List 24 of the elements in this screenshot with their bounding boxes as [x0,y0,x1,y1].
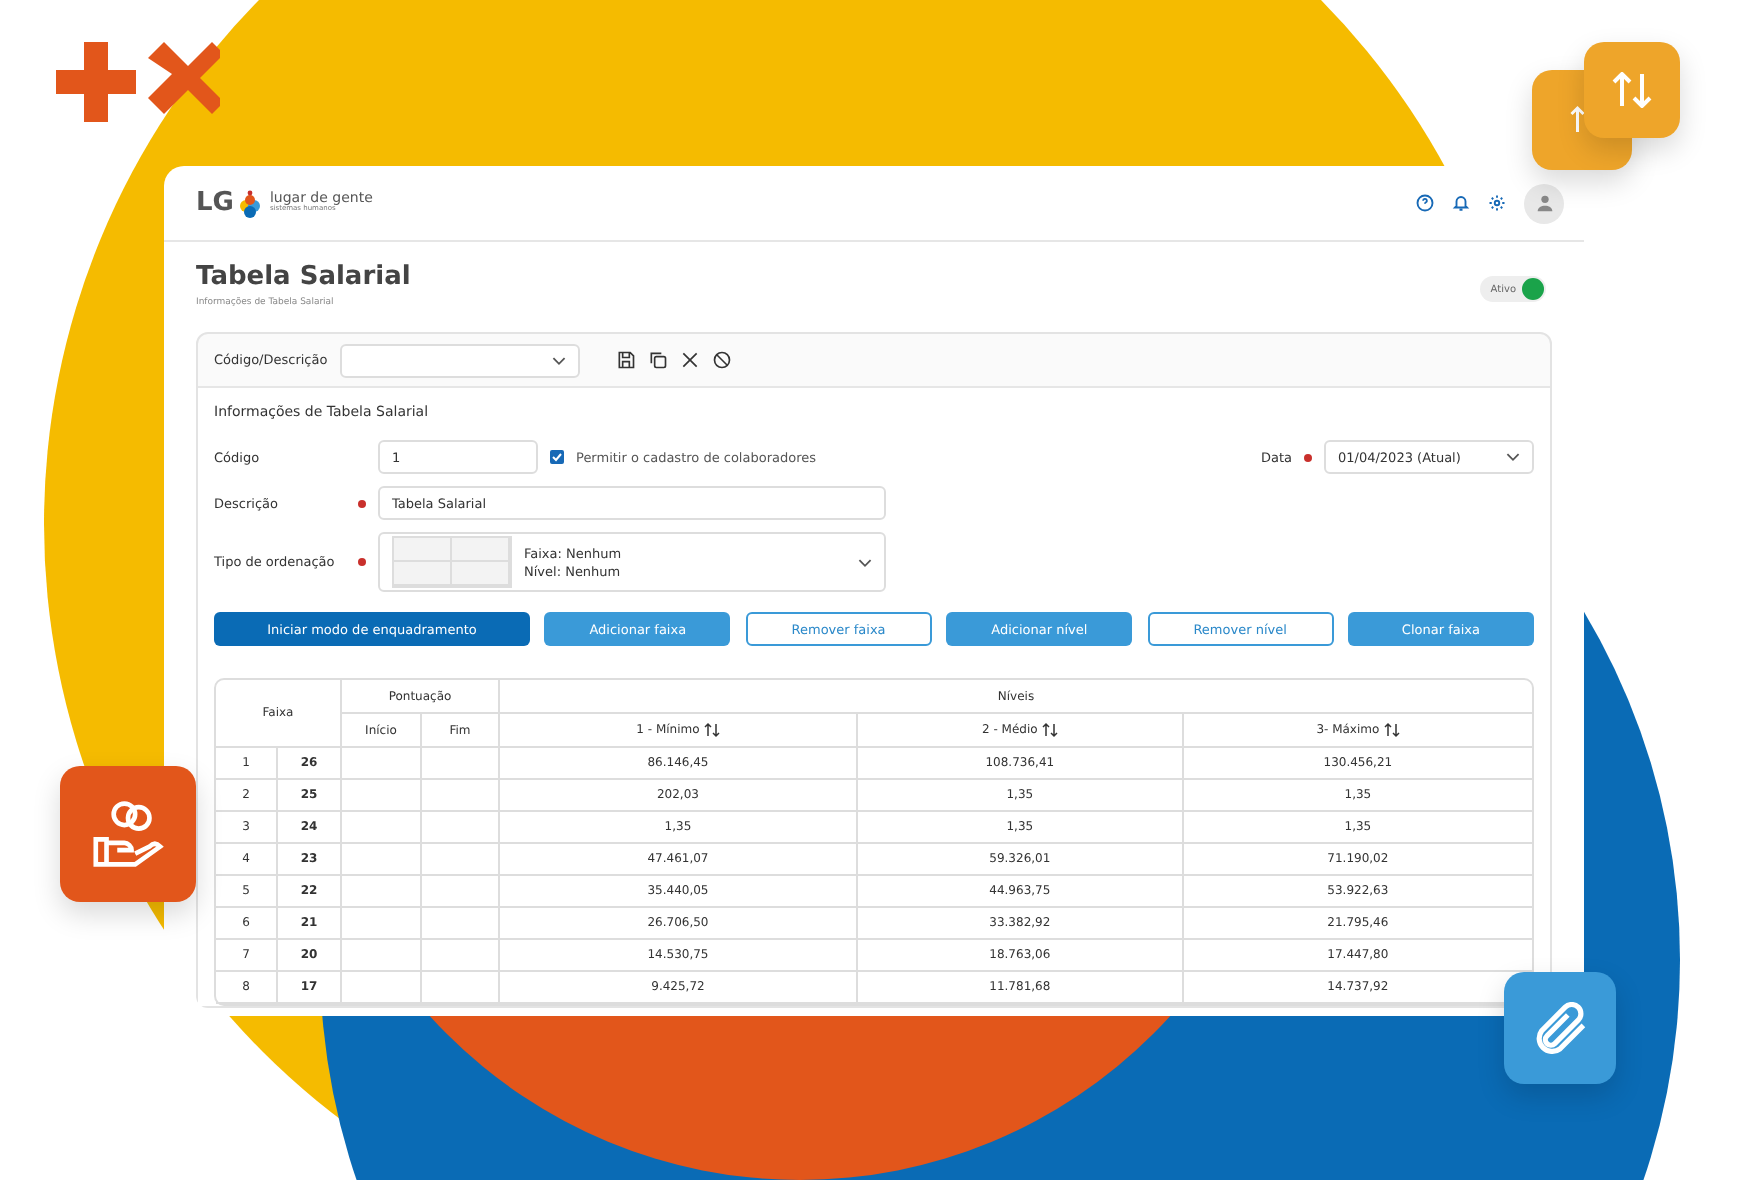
cancel-icon[interactable] [711,350,732,370]
chevron-down-icon [551,355,566,365]
logo-text: LG [196,188,234,218]
swap-arrows-icon [1612,72,1652,108]
logo-icon [237,189,262,217]
page-title: Tabela Salarial [196,262,411,292]
checkbox[interactable] [550,450,564,464]
user-icon [1533,192,1555,214]
settings-icon[interactable] [1488,194,1506,212]
chevron-down-icon [858,557,872,567]
bell-icon[interactable] [1452,194,1470,212]
sort-icon[interactable] [703,722,720,738]
save-icon[interactable] [615,350,636,370]
paperclip-icon [1534,1002,1586,1054]
close-icon[interactable] [679,350,700,370]
avatar[interactable] [1524,183,1564,223]
plus-cross-icon [56,42,220,122]
chevron-down-icon [1506,452,1520,462]
sort-icon[interactable] [1383,722,1400,738]
copy-icon[interactable] [647,350,668,370]
sort-icon[interactable] [1041,722,1058,738]
coin-hand-icon [92,800,164,868]
help-icon[interactable] [1416,194,1434,212]
grid-preview [392,536,512,588]
